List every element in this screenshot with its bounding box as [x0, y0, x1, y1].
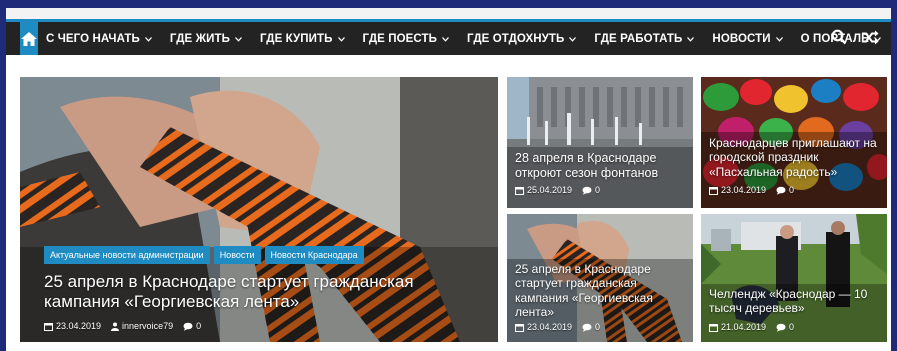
nav-item-buy[interactable]: ГДЕ КУПИТЬ — [260, 33, 345, 45]
featured-tags: Актуальные новости администрации Новости… — [44, 246, 364, 264]
chevron-down-icon — [775, 33, 783, 45]
news-card-title[interactable]: 25 апреля в Краснодаре стартует гражданс… — [515, 262, 675, 320]
featured-news-card[interactable]: Актуальные новости администрации Новости… — [20, 77, 498, 342]
comment-icon — [582, 186, 592, 195]
nav-item-label: С ЧЕГО НАЧАТЬ — [46, 32, 140, 45]
chevron-down-icon — [687, 33, 695, 45]
chevron-down-icon — [234, 33, 242, 45]
calendar-icon — [515, 186, 524, 195]
nav-item-label: ГДЕ РАБОТАТЬ — [594, 32, 683, 45]
comment-icon — [776, 186, 786, 195]
calendar-icon — [709, 323, 718, 332]
comment-icon — [183, 322, 193, 331]
news-card-title[interactable]: Краснодарцев приглашают на городской пра… — [709, 136, 883, 179]
chevron-down-icon — [569, 33, 577, 45]
nav-item-label: ГДЕ ОТДОХНУТЬ — [467, 32, 565, 45]
nav-item-work[interactable]: ГДЕ РАБОТАТЬ — [594, 32, 695, 45]
shuffle-icon[interactable] — [861, 30, 879, 45]
comment-icon — [582, 323, 592, 332]
news-card-title[interactable]: 28 апреля в Краснодаре откроют сезон фон… — [515, 151, 687, 181]
main-navigation: С ЧЕГО НАЧАТЬ ГДЕ ЖИТЬ ГДЕ КУПИТЬ ГДЕ ПО… — [6, 19, 891, 55]
comment-count[interactable]: 0 — [789, 322, 794, 332]
comment-icon — [776, 323, 786, 332]
news-card-easter[interactable]: Краснодарцев приглашают на городской пра… — [701, 77, 887, 208]
post-date: 25.04.2019 — [527, 185, 573, 195]
comment-count[interactable]: 0 — [789, 185, 794, 195]
comment-count[interactable]: 0 — [196, 321, 201, 331]
chevron-down-icon — [442, 33, 449, 45]
nav-item-news[interactable]: НОВОСТИ — [712, 32, 783, 45]
featured-meta: 23.04.2019 innervoice79 0 — [44, 321, 201, 331]
nav-menu: С ЧЕГО НАЧАТЬ ГДЕ ЖИТЬ ГДЕ КУПИТЬ ГДЕ ПО… — [46, 33, 897, 45]
category-tag[interactable]: Новости Краснодара — [264, 246, 364, 264]
top-strip — [6, 8, 891, 19]
calendar-icon — [709, 186, 718, 195]
nav-item-label: ГДЕ ПОЕСТЬ — [362, 32, 438, 45]
user-icon — [111, 322, 120, 331]
calendar-icon — [44, 322, 53, 331]
nav-item-label: ГДЕ КУПИТЬ — [259, 32, 333, 45]
post-date: 23.04.2019 — [721, 185, 767, 195]
post-author[interactable]: innervoice79 — [122, 321, 173, 331]
nav-item-rest[interactable]: ГДЕ ОТДОХНУТЬ — [467, 32, 577, 45]
calendar-icon — [515, 323, 524, 332]
post-date: 21.04.2019 — [721, 322, 767, 332]
nav-item-label: ГДЕ ЖИТЬ — [169, 32, 230, 45]
home-button[interactable] — [20, 22, 38, 55]
home-icon — [21, 31, 37, 46]
featured-news-title[interactable]: 25 апреля в Краснодаре стартует гражданс… — [44, 272, 474, 313]
post-date: 23.04.2019 — [527, 322, 573, 332]
nav-item-eat[interactable]: ГДЕ ПОЕСТЬ — [363, 33, 449, 45]
category-tag[interactable]: Актуальные новости администрации — [44, 246, 210, 264]
category-tag[interactable]: Новости — [213, 246, 261, 264]
comment-count[interactable]: 0 — [595, 322, 600, 332]
news-card-meta: 23.04.2019 0 — [709, 185, 794, 195]
comment-count[interactable]: 0 — [595, 185, 600, 195]
nav-actions — [831, 29, 879, 45]
post-date: 23.04.2019 — [56, 321, 102, 331]
news-card-meta: 25.04.2019 0 — [515, 185, 600, 195]
page: С ЧЕГО НАЧАТЬ ГДЕ ЖИТЬ ГДЕ КУПИТЬ ГДЕ ПО… — [6, 8, 891, 351]
nav-item-live[interactable]: ГДЕ ЖИТЬ — [170, 33, 242, 45]
news-card-ribbon[interactable]: 25 апреля в Краснодаре стартует гражданс… — [507, 214, 693, 342]
news-card-meta: 21.04.2019 0 — [709, 322, 794, 332]
nav-item-start[interactable]: С ЧЕГО НАЧАТЬ — [46, 33, 152, 45]
news-card-title[interactable]: Челлендж «Краснодар — 10 тысяч деревьев» — [709, 287, 885, 316]
news-card-trees[interactable]: Челлендж «Краснодар — 10 тысяч деревьев»… — [701, 214, 887, 342]
nav-item-label: НОВОСТИ — [712, 32, 771, 45]
news-card-meta: 23.04.2019 0 — [515, 322, 600, 332]
chevron-down-icon — [337, 33, 345, 45]
news-card-fountains[interactable]: 28 апреля в Краснодаре откроют сезон фон… — [507, 77, 693, 208]
chevron-down-icon — [144, 33, 152, 45]
search-icon[interactable] — [831, 29, 847, 45]
